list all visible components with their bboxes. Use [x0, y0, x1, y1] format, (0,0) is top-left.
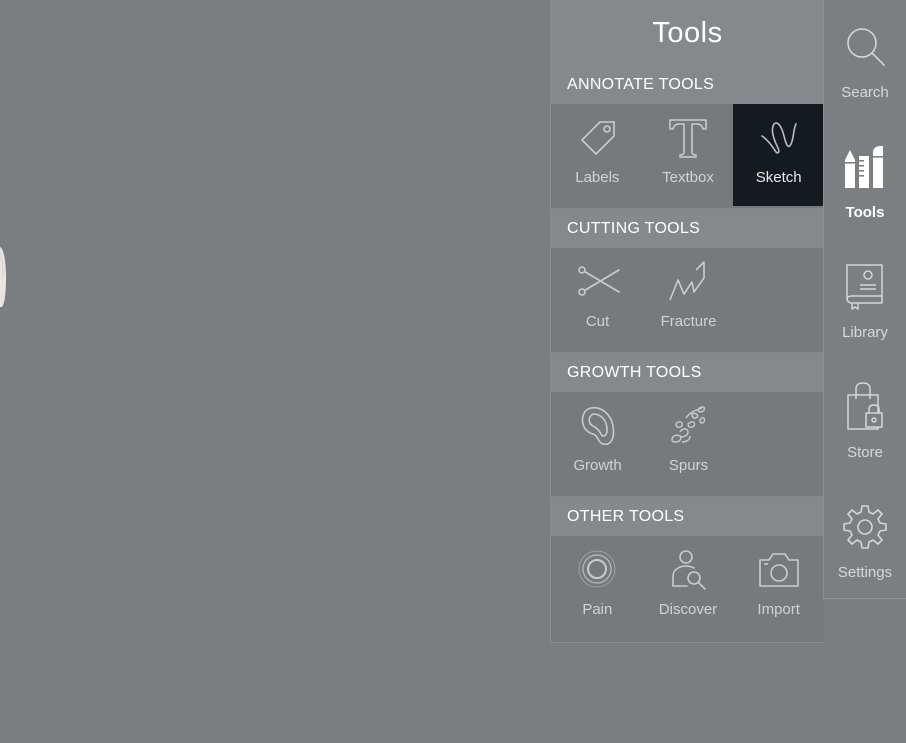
tool-textbox[interactable]: Textbox: [643, 104, 734, 206]
tool-label: Pain: [582, 601, 613, 618]
shopping-bag-icon: [842, 382, 888, 430]
nav-store[interactable]: Store: [824, 360, 906, 480]
other-tools-row: Pain Discover Import: [551, 536, 824, 642]
side-nav: Search Tools Library Store Settings: [823, 0, 906, 599]
tool-label: Fracture: [660, 313, 717, 330]
squiggle-icon: [756, 114, 802, 160]
person-search-icon: [665, 546, 711, 592]
nav-label: Library: [842, 324, 888, 341]
search-icon: [842, 22, 888, 70]
annotate-tools-row: Labels Textbox Sketch: [551, 104, 825, 210]
tool-cut[interactable]: Cut: [552, 248, 643, 350]
tool-growth[interactable]: Growth: [552, 392, 643, 494]
section-title-cutting: CUTTING TOOLS: [551, 210, 824, 248]
pain-rings-icon: [574, 546, 620, 592]
tool-fracture[interactable]: Fracture: [643, 248, 734, 350]
spurs-icon: [666, 402, 712, 448]
nav-label: Settings: [837, 564, 893, 581]
tool-label: Spurs: [668, 457, 709, 474]
zigzag-icon: [666, 258, 712, 304]
growth-icon: [575, 402, 621, 448]
growth-tools-row: Growth Spurs: [551, 392, 824, 498]
tool-sketch[interactable]: Sketch: [733, 104, 825, 206]
section-title-growth: GROWTH TOOLS: [551, 354, 824, 392]
section-title-other: OTHER TOOLS: [551, 498, 824, 536]
nav-search[interactable]: Search: [824, 0, 906, 120]
gear-icon: [842, 502, 888, 550]
cutting-tools-row: Cut Fracture: [551, 248, 824, 354]
tool-label: Labels: [575, 169, 620, 186]
camera-icon: [756, 546, 802, 592]
panel-title: Tools: [551, 0, 824, 66]
tool-label: Import: [757, 601, 800, 618]
tool-label: Sketch: [755, 169, 802, 186]
tool-spurs[interactable]: Spurs: [643, 392, 734, 494]
nav-tools[interactable]: Tools: [824, 120, 906, 240]
tool-label: Growth: [573, 457, 622, 474]
tools-icon: [842, 142, 888, 190]
nav-settings[interactable]: Settings: [824, 480, 906, 600]
nav-label: Search: [841, 84, 889, 101]
tool-labels[interactable]: Labels: [552, 104, 643, 206]
tool-pain[interactable]: Pain: [552, 536, 643, 638]
tools-panel: Tools ANNOTATE TOOLS Labels Textbox Sket…: [550, 0, 825, 643]
scissors-icon: [575, 258, 621, 304]
nav-label: Tools: [845, 204, 885, 221]
tool-label: Discover: [658, 601, 718, 618]
nav-library[interactable]: Library: [824, 240, 906, 360]
tool-discover[interactable]: Discover: [643, 536, 734, 638]
book-icon: [842, 262, 888, 310]
tag-icon: [574, 114, 620, 160]
tool-label: Cut: [585, 313, 610, 330]
tool-label: Textbox: [662, 169, 714, 186]
tool-import[interactable]: Import: [733, 536, 824, 638]
section-title-annotate: ANNOTATE TOOLS: [551, 66, 824, 104]
bone-model-fragment: [0, 247, 6, 307]
text-t-icon: [665, 114, 711, 160]
nav-label: Store: [847, 444, 883, 461]
